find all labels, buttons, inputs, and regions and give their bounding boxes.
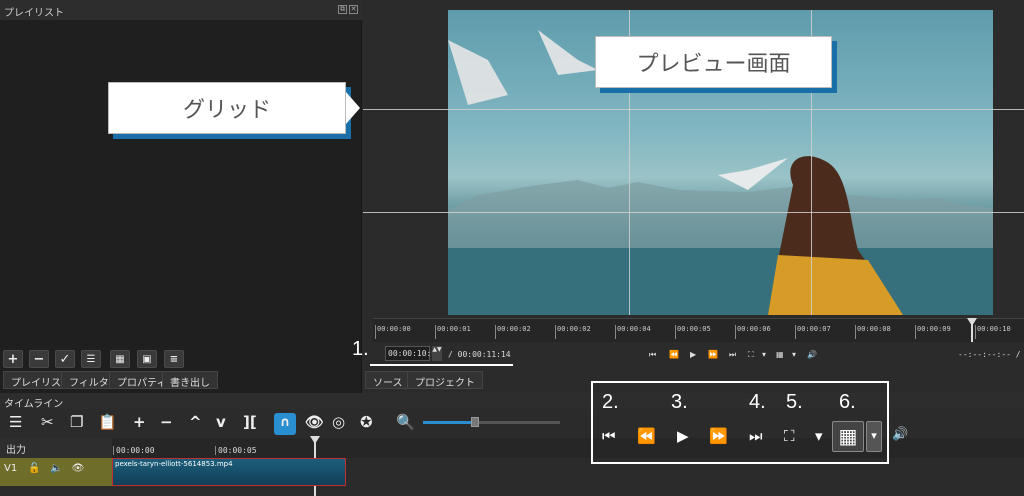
ruler-tick: 00:00:09 [915, 325, 951, 339]
skip-next-icon-large[interactable]: ⏭ [749, 427, 763, 445]
zoom-slider-handle[interactable] [471, 417, 479, 427]
label-number-5: 5. [786, 391, 803, 413]
lift-icon[interactable]: ^ [189, 413, 202, 431]
play-icon[interactable]: ▶ [690, 350, 696, 359]
skip-next-icon[interactable]: ⏭ [729, 350, 736, 360]
menu-icon[interactable]: ≡ [164, 350, 184, 368]
ruler-tick: 00:00:01 [435, 325, 471, 339]
fast-forward-icon[interactable]: ⏩ [708, 350, 718, 359]
play-icon-large[interactable]: ▶ [677, 427, 689, 445]
grid-line-h2 [363, 212, 1024, 213]
volume-icon-large[interactable]: 🔊 [892, 427, 908, 442]
ruler-tick: 00:00:08 [855, 325, 891, 339]
check-icon[interactable]: ✓ [55, 350, 75, 368]
ruler-tick: 00:00:02 [555, 325, 591, 339]
tab-export[interactable]: 書き出し [162, 371, 218, 389]
details-icon[interactable]: ☰ [81, 350, 101, 368]
ruler-tick: 00:00:04 [615, 325, 651, 339]
timeline-tick: 00:00:00 [113, 446, 155, 455]
tab-source[interactable]: ソース [365, 371, 411, 389]
snap-icon[interactable]: ∩ [274, 413, 296, 435]
label-number-4: 4. [749, 391, 766, 413]
zoom-dropdown-icon[interactable]: ▾ [762, 350, 766, 359]
ripple-icon[interactable]: ◎ [332, 413, 345, 431]
float-button[interactable]: ⧉ [338, 5, 347, 14]
right-time: --:--:--:-- / [958, 350, 1021, 359]
overwrite-icon[interactable]: v [216, 413, 226, 431]
timeline-menu-icon[interactable]: ☰ [9, 413, 22, 431]
copy-icon[interactable]: ❐ [70, 413, 83, 431]
total-time: / 00:00:11:14 [448, 350, 511, 359]
grid-dropdown-icon[interactable]: ▾ [792, 350, 796, 359]
current-time-field[interactable]: 00:00:10:00 [385, 346, 441, 361]
add-icon[interactable]: + [3, 350, 23, 368]
ruler-tick: 00:00:05 [675, 325, 711, 339]
track-v1-header: V1 🔓 🔈 👁 [0, 458, 112, 486]
skip-previous-icon-large[interactable]: ⏮ [602, 427, 616, 445]
icons-view-icon[interactable]: ▣ [137, 350, 157, 368]
playhead-line [971, 324, 973, 342]
ruler-tick: 00:00:00 [375, 325, 411, 339]
grid-icon-small[interactable]: ▦ [776, 350, 784, 359]
grid-line-h1 [363, 109, 1024, 110]
label-number-6: 6. [839, 391, 856, 413]
eye-icon[interactable]: 👁 [72, 463, 85, 474]
label-number-1: 1. [352, 338, 369, 360]
clip[interactable]: pexels-taryn-elliott-5614853.mp4 [112, 458, 346, 486]
zoom-out-icon[interactable]: 🔍 [396, 413, 415, 431]
fast-forward-icon-large[interactable]: ⏩ [709, 427, 728, 445]
lock-icon[interactable]: 🔓 [28, 463, 40, 474]
ruler-tick: 00:00:02 [495, 325, 531, 339]
remove-clip-icon[interactable]: − [160, 413, 173, 431]
ruler-tick: 00:00:07 [795, 325, 831, 339]
split-icon[interactable]: ][ [243, 413, 257, 431]
grid-dropdown-icon-large[interactable]: ▾ [866, 421, 882, 452]
volume-icon-small[interactable]: 🔊 [807, 350, 817, 359]
zoom-slider-track[interactable] [475, 421, 560, 424]
ruler-tick: 00:00:10 [975, 325, 1011, 339]
scrub-icon[interactable]: 👁 [305, 413, 324, 431]
track-v1-label: V1 [4, 463, 18, 474]
label-number-2: 2. [602, 391, 619, 413]
callout-preview: プレビュー画面 [595, 36, 832, 88]
rewind-icon[interactable]: ⏪ [669, 350, 679, 359]
rewind-icon-large[interactable]: ⏪ [637, 427, 656, 445]
tab-project[interactable]: プロジェクト [407, 371, 483, 389]
zoom-slider-fill [423, 421, 475, 424]
callout-grid-arrow [346, 92, 360, 124]
append-icon[interactable]: + [133, 413, 146, 431]
close-button[interactable]: ✕ [349, 5, 358, 14]
time-spinner[interactable]: ▲▼ [432, 346, 442, 361]
skip-previous-icon[interactable]: ⏮ [649, 350, 656, 360]
remove-icon[interactable]: − [29, 350, 49, 368]
grid-icon-large[interactable]: ▦ [832, 421, 864, 452]
underline [370, 364, 513, 366]
zoom-icon[interactable]: ⛶ [748, 350, 754, 360]
paste-icon[interactable]: 📋 [98, 413, 117, 431]
playlist-title: プレイリスト [0, 0, 362, 20]
zoom-dropdown-icon-large[interactable]: ▾ [815, 427, 823, 445]
ripple-all-icon[interactable]: ✪ [360, 413, 373, 431]
ruler-tick: 00:00:06 [735, 325, 771, 339]
callout-grid: グリッド [108, 82, 346, 134]
tiles-icon[interactable]: ▦ [110, 350, 130, 368]
cut-icon[interactable]: ✂ [41, 413, 54, 431]
mute-icon[interactable]: 🔈 [50, 463, 62, 474]
timeline-tick: 00:00:05 [215, 446, 257, 455]
track-output-label: 出力 [0, 438, 112, 458]
playlist-panel [0, 0, 362, 393]
label-number-3: 3. [671, 391, 688, 413]
zoom-icon-large[interactable]: ⛶ [784, 427, 795, 445]
